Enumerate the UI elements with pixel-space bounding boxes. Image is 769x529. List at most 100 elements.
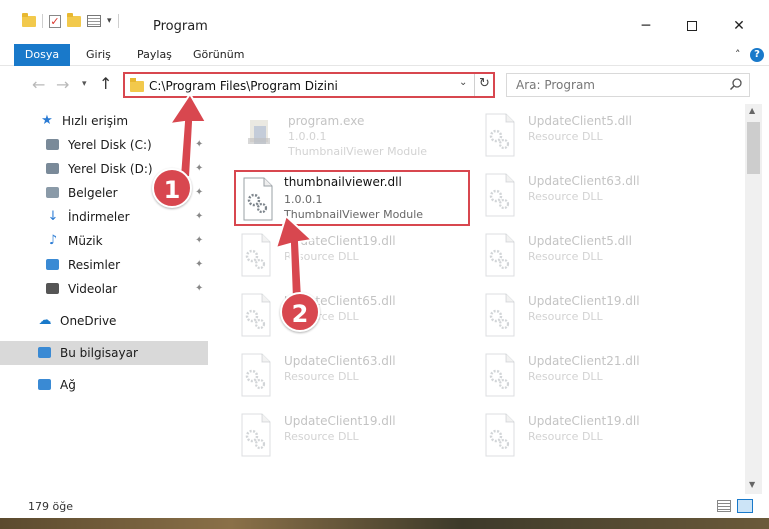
nav-pane-item-label: İndirmeler (68, 210, 130, 224)
pin-icon[interactable]: ✦ (195, 235, 203, 246)
dll-file-icon (482, 352, 518, 398)
vertical-scrollbar[interactable]: ▲ ▼ (745, 104, 762, 494)
item-count: 179 öğe (28, 500, 73, 513)
tab-view[interactable]: Görünüm (193, 44, 244, 66)
nav-pane-item-label: Resimler (68, 258, 121, 272)
up-button[interactable]: ↑ (99, 74, 112, 93)
ribbon-collapse-button[interactable]: ˄ (735, 44, 741, 66)
file-name: UpdateClient63.dll (528, 174, 640, 188)
divider (117, 14, 119, 28)
file-description: ThumbnailViewer Module (288, 145, 428, 158)
dll-file-icon (482, 412, 518, 458)
scroll-thumb[interactable] (747, 122, 760, 174)
file-detail: Resource DLL (284, 370, 359, 383)
tiles-view-icon[interactable] (737, 499, 753, 513)
file-item[interactable]: UpdateClient5.dll Resource DLL (482, 232, 722, 292)
file-item[interactable]: program.exe 1.0.0.1 ThumbnailViewer Module (242, 112, 482, 172)
pin-icon[interactable]: ✦ (195, 211, 203, 222)
file-item[interactable]: UpdateClient19.dll Resource DLL (482, 412, 722, 472)
exe-file-icon (242, 112, 278, 158)
dll-file-icon (482, 112, 518, 158)
minimize-button[interactable]: ─ (623, 12, 669, 40)
dll-file-icon (482, 232, 518, 278)
file-item[interactable]: UpdateClient63.dll Resource DLL (238, 352, 478, 412)
nav-pane-item[interactable]: Bu bilgisayar (0, 341, 208, 365)
nav-pane-item-label: Bu bilgisayar (60, 346, 138, 360)
details-view-icon[interactable] (717, 500, 731, 512)
file-detail: Resource DLL (528, 310, 603, 323)
file-item[interactable]: UpdateClient21.dll Resource DLL (482, 352, 722, 412)
title-bar: ✓ ▾ Program ─ ✕ (0, 0, 769, 40)
file-name: UpdateClient19.dll (528, 294, 640, 308)
network-icon (38, 379, 51, 390)
new-folder-icon[interactable] (67, 12, 81, 27)
nav-pane-item-label: Yerel Disk (D:) (68, 162, 153, 176)
tab-home[interactable]: Giriş (86, 44, 111, 66)
file-item[interactable]: UpdateClient19.dll Resource DLL (482, 292, 722, 352)
scroll-up-icon[interactable]: ▲ (749, 106, 755, 115)
download-icon: ↓ (47, 209, 59, 224)
nav-pane-item[interactable]: ♪ Müzik ✦ (0, 229, 208, 253)
pin-icon[interactable]: ✦ (195, 259, 203, 270)
dll-file-icon (482, 292, 518, 338)
step-badge-1: 1 (152, 168, 192, 208)
chevron-down-icon[interactable]: ▾ (107, 16, 112, 26)
drive-icon (46, 139, 59, 150)
maximize-button[interactable] (669, 12, 715, 40)
view-list-icon[interactable] (87, 15, 101, 27)
videos-icon (46, 283, 59, 294)
nav-pane-item-label: Ağ (60, 378, 76, 392)
nav-pane-item[interactable]: ↓ İndirmeler ✦ (0, 205, 208, 229)
computer-icon (38, 347, 51, 358)
back-button[interactable]: ← (32, 75, 45, 94)
ribbon: Dosya Giriş Paylaş Görünüm ˄ ? (0, 40, 769, 66)
forward-button[interactable]: → (56, 75, 69, 94)
nav-pane-item[interactable]: Videolar ✦ (0, 277, 208, 301)
window-title: Program (153, 19, 208, 34)
nav-pane-item[interactable]: Resimler ✦ (0, 253, 208, 277)
nav-pane-item[interactable]: Ağ (0, 373, 208, 397)
tab-share[interactable]: Paylaş (137, 44, 172, 66)
scroll-down-icon[interactable]: ▼ (749, 480, 755, 489)
dll-file-icon (240, 176, 276, 221)
file-detail: Resource DLL (528, 370, 603, 383)
properties-check-icon[interactable]: ✓ (49, 14, 61, 28)
dll-file-icon (238, 352, 274, 398)
file-item[interactable]: UpdateClient19.dll Resource DLL (238, 412, 478, 472)
status-bar: 179 öğe (0, 494, 769, 518)
address-path[interactable]: C:\Program Files\Program Dizini (149, 79, 338, 93)
nav-pane-item-label: Hızlı erişim (62, 114, 129, 128)
file-detail: Resource DLL (528, 190, 603, 203)
refresh-button[interactable]: ↻ (479, 76, 490, 91)
pin-icon[interactable]: ✦ (195, 187, 203, 198)
address-dropdown-button[interactable]: ⌄ (459, 77, 467, 88)
file-detail: 1.0.0.1 (288, 130, 327, 143)
close-button[interactable]: ✕ (716, 12, 762, 40)
desktop-background (0, 518, 769, 529)
file-detail: Resource DLL (528, 430, 603, 443)
tab-file[interactable]: Dosya (14, 44, 70, 66)
dll-file-icon (482, 172, 518, 218)
step-badge-2: 2 (280, 292, 320, 332)
help-icon[interactable]: ? (750, 48, 764, 62)
file-item[interactable]: UpdateClient63.dll Resource DLL (482, 172, 722, 232)
maximize-icon (687, 21, 697, 31)
pin-icon[interactable]: ✦ (195, 283, 203, 294)
nav-pane-item-label: Belgeler (68, 186, 118, 200)
nav-pane-item[interactable]: ☁ OneDrive (0, 309, 208, 333)
file-detail: Resource DLL (528, 250, 603, 263)
recent-locations-button[interactable]: ▾ (82, 79, 87, 89)
quick-access-toolbar: ✓ ▾ (22, 12, 119, 28)
folder-icon[interactable] (22, 12, 36, 27)
pictures-icon (46, 259, 59, 270)
cloud-icon: ☁ (38, 313, 52, 328)
file-item[interactable]: UpdateClient5.dll Resource DLL (482, 112, 722, 172)
callout-arrow-2 (274, 214, 315, 300)
file-name: UpdateClient21.dll (528, 354, 640, 368)
folder-icon (130, 78, 144, 92)
search-icon[interactable] (729, 77, 743, 91)
dll-file-icon (238, 232, 274, 278)
search-box[interactable]: Ara: Program (506, 73, 750, 97)
star-icon: ★ (41, 113, 53, 128)
highlighted-file-item[interactable]: thumbnailviewer.dll 1.0.0.1 ThumbnailViewe… (234, 170, 470, 226)
